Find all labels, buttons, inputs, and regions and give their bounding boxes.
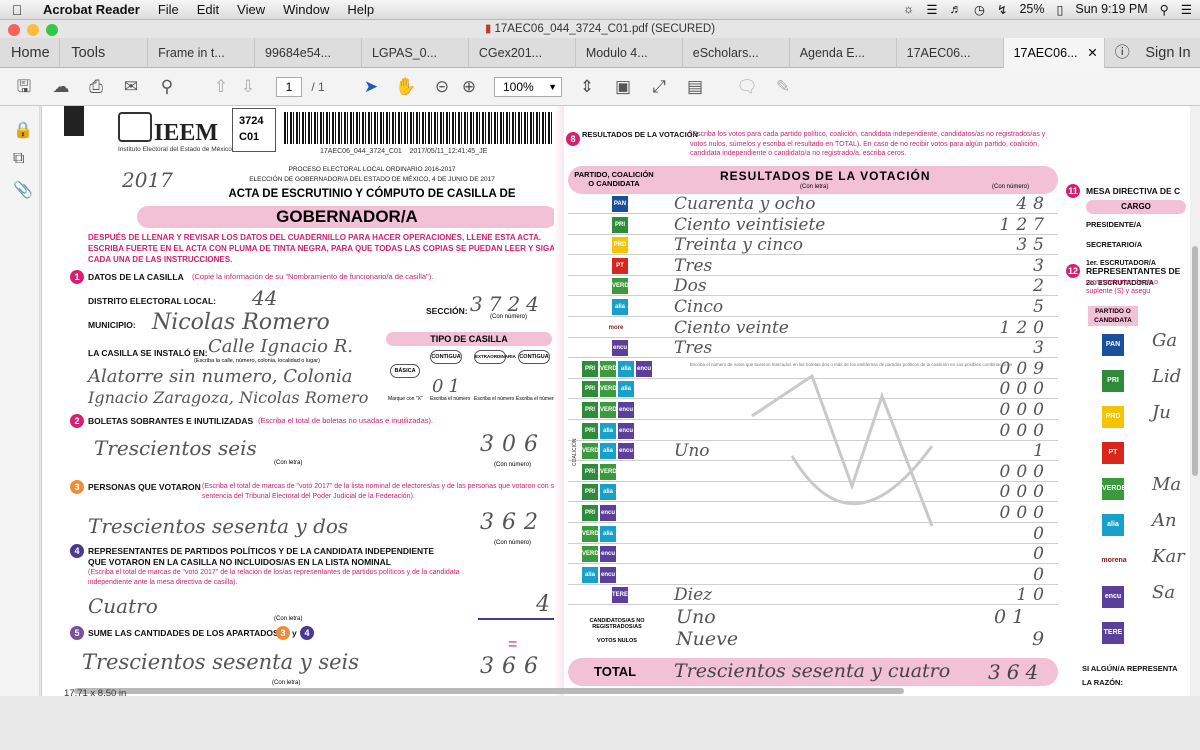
doc-tab-label: 17AEC06... xyxy=(1013,46,1078,60)
battery-percent[interactable]: 25% xyxy=(1019,2,1044,17)
page-total: / 1 xyxy=(311,80,325,94)
doc-tab-active[interactable]: 17AEC06... ✕ xyxy=(1003,38,1105,68)
menu-edit[interactable]: Edit xyxy=(188,2,228,17)
rep-logo-alianza: alia xyxy=(1102,514,1124,536)
spotlight-icon[interactable]: ⚲ xyxy=(1160,2,1169,17)
rep-logo-morena: morena xyxy=(1101,557,1127,564)
bluetooth-icon[interactable]: ↯ xyxy=(997,2,1007,17)
representatives: PAN Ga PRI Lid PRD Ju PT VERDE Ma alia An morena Kar… xyxy=(42,106,1190,696)
menu-file[interactable]: File xyxy=(149,2,188,17)
page-down-icon[interactable]: ⇩ xyxy=(237,76,259,98)
rep-name: Ju xyxy=(1152,402,1171,423)
volume-icon[interactable]: ♬ xyxy=(950,2,963,17)
doc-tab[interactable]: Agenda E... xyxy=(790,38,897,68)
comment-icon[interactable]: 🗨 xyxy=(736,76,758,98)
close-window-button[interactable] xyxy=(8,24,20,36)
pdf-file-icon: ▮ xyxy=(484,23,492,35)
page-number-input[interactable]: 1 xyxy=(276,77,302,97)
apple-icon[interactable]:  xyxy=(0,2,34,18)
tab-home[interactable]: Home xyxy=(0,38,61,68)
timemachine-icon[interactable]: ◷ xyxy=(974,2,985,17)
notification-center-icon[interactable]: ☰ xyxy=(1181,2,1192,17)
rep-name: Ga xyxy=(1152,330,1178,351)
menu-view[interactable]: View xyxy=(228,2,274,17)
desktop-bottom xyxy=(0,696,1200,750)
doc-tab[interactable]: Modulo 4... xyxy=(576,38,683,68)
lock-icon[interactable]: 🔒 xyxy=(13,120,33,140)
toolbar: 🖫 ☁ ⎙ ✉ ⚲ ⇧ ⇩ 1 / 1 ➤ ✋ ⊝ ⊕ 100% ▼ ⇕ ▣ ⤢ … xyxy=(0,68,1200,106)
bottom-right-note-2: LA RAZÓN: xyxy=(1082,678,1123,687)
pdf-page: 2017 IEEM Instituto Electoral del Estado… xyxy=(41,106,1190,696)
wifi-icon[interactable]: ☰ xyxy=(926,2,937,17)
minimize-window-button[interactable] xyxy=(27,24,39,36)
zoom-window-button[interactable] xyxy=(46,24,58,36)
zoom-value: 100% xyxy=(503,80,534,94)
sign-in-button[interactable]: Sign In xyxy=(1134,38,1200,68)
doc-tab[interactable]: 99684e54... xyxy=(255,38,362,68)
scroll-mode-icon[interactable]: ⇕ xyxy=(576,76,598,98)
bottom-right-note: SI ALGÚN/A REPRESENTA xyxy=(1082,664,1178,673)
rep-logo-verde: VERDE xyxy=(1102,478,1126,500)
rep-logo-pt: PT xyxy=(1102,442,1124,464)
sync-icon[interactable]: ☼ xyxy=(903,2,914,17)
left-rail: 🔒 ⧉ 📎 ◀ xyxy=(0,106,48,696)
page-up-icon[interactable]: ⇧ xyxy=(210,76,232,98)
rep-name: Ma xyxy=(1152,474,1182,495)
search-icon[interactable]: ⚲ xyxy=(156,76,178,98)
vertical-scroll-thumb[interactable] xyxy=(1192,246,1198,476)
pages-icon[interactable]: ⧉ xyxy=(13,150,24,168)
menu-window[interactable]: Window xyxy=(274,2,338,17)
save-icon[interactable]: 🖫 xyxy=(14,76,34,98)
rep-name: Kar xyxy=(1152,546,1185,567)
app-menu[interactable]: Acrobat Reader xyxy=(34,2,149,17)
rep-logo-prd: PRD xyxy=(1102,406,1124,428)
doc-tab[interactable]: LGPAS_0... xyxy=(362,38,469,68)
window-titlebar: ▮ 17AEC06_044_3724_C01.pdf (SECURED) xyxy=(0,20,1200,38)
doc-tab[interactable]: CGex201... xyxy=(469,38,576,68)
sign-pen-icon[interactable]: ✎ xyxy=(772,76,794,98)
tab-bar: Home Tools Frame in t... 99684e54... LGP… xyxy=(0,38,1200,68)
zoom-in-icon[interactable]: ⊕ xyxy=(458,76,480,98)
menu-help[interactable]: Help xyxy=(338,2,383,17)
email-icon[interactable]: ✉ xyxy=(120,76,142,98)
tab-tools[interactable]: Tools xyxy=(60,38,149,68)
doc-tab[interactable]: 17AEC06... xyxy=(897,38,1004,68)
select-cursor-icon[interactable]: ➤ xyxy=(360,76,382,98)
horizontal-scrollbar[interactable] xyxy=(44,688,1190,696)
window-title: 17AEC06_044_3724_C01.pdf (SECURED) xyxy=(494,23,716,35)
close-tab-icon[interactable]: ✕ xyxy=(1087,38,1097,68)
upload-icon[interactable]: ☁ xyxy=(50,76,72,98)
battery-icon[interactable]: ▯ xyxy=(1056,2,1063,17)
mac-menubar:  Acrobat Reader File Edit View Window H… xyxy=(0,0,1200,20)
chevron-down-icon: ▼ xyxy=(548,82,557,92)
rep-name: Lid xyxy=(1152,366,1182,387)
horizontal-scroll-thumb[interactable] xyxy=(74,688,904,694)
read-mode-icon[interactable]: ▤ xyxy=(684,76,706,98)
full-screen-icon[interactable]: ⤢ xyxy=(648,76,670,98)
attachment-icon[interactable]: 📎 xyxy=(13,180,33,200)
rep-logo-pan: PAN xyxy=(1102,334,1124,356)
clock[interactable]: Sun 9:19 PM xyxy=(1075,2,1147,17)
rep-name: An xyxy=(1152,510,1177,531)
vertical-scrollbar[interactable] xyxy=(1190,106,1200,696)
help-icon[interactable]: ⓘ xyxy=(1105,38,1135,68)
rep-name: Sa xyxy=(1152,582,1176,603)
doc-tab[interactable]: eScholars... xyxy=(683,38,790,68)
hand-tool-icon[interactable]: ✋ xyxy=(395,76,417,98)
rep-logo-encuentro: encu xyxy=(1102,586,1124,608)
rep-logo-pri: PRI xyxy=(1102,370,1124,392)
fit-page-icon[interactable]: ▣ xyxy=(612,76,634,98)
zoom-select[interactable]: 100% ▼ xyxy=(494,77,562,97)
rep-logo-teresa-castell: TERE xyxy=(1102,622,1124,644)
doc-tab[interactable]: Frame in t... xyxy=(148,38,255,68)
print-icon[interactable]: ⎙ xyxy=(85,76,107,98)
zoom-out-icon[interactable]: ⊝ xyxy=(431,76,453,98)
